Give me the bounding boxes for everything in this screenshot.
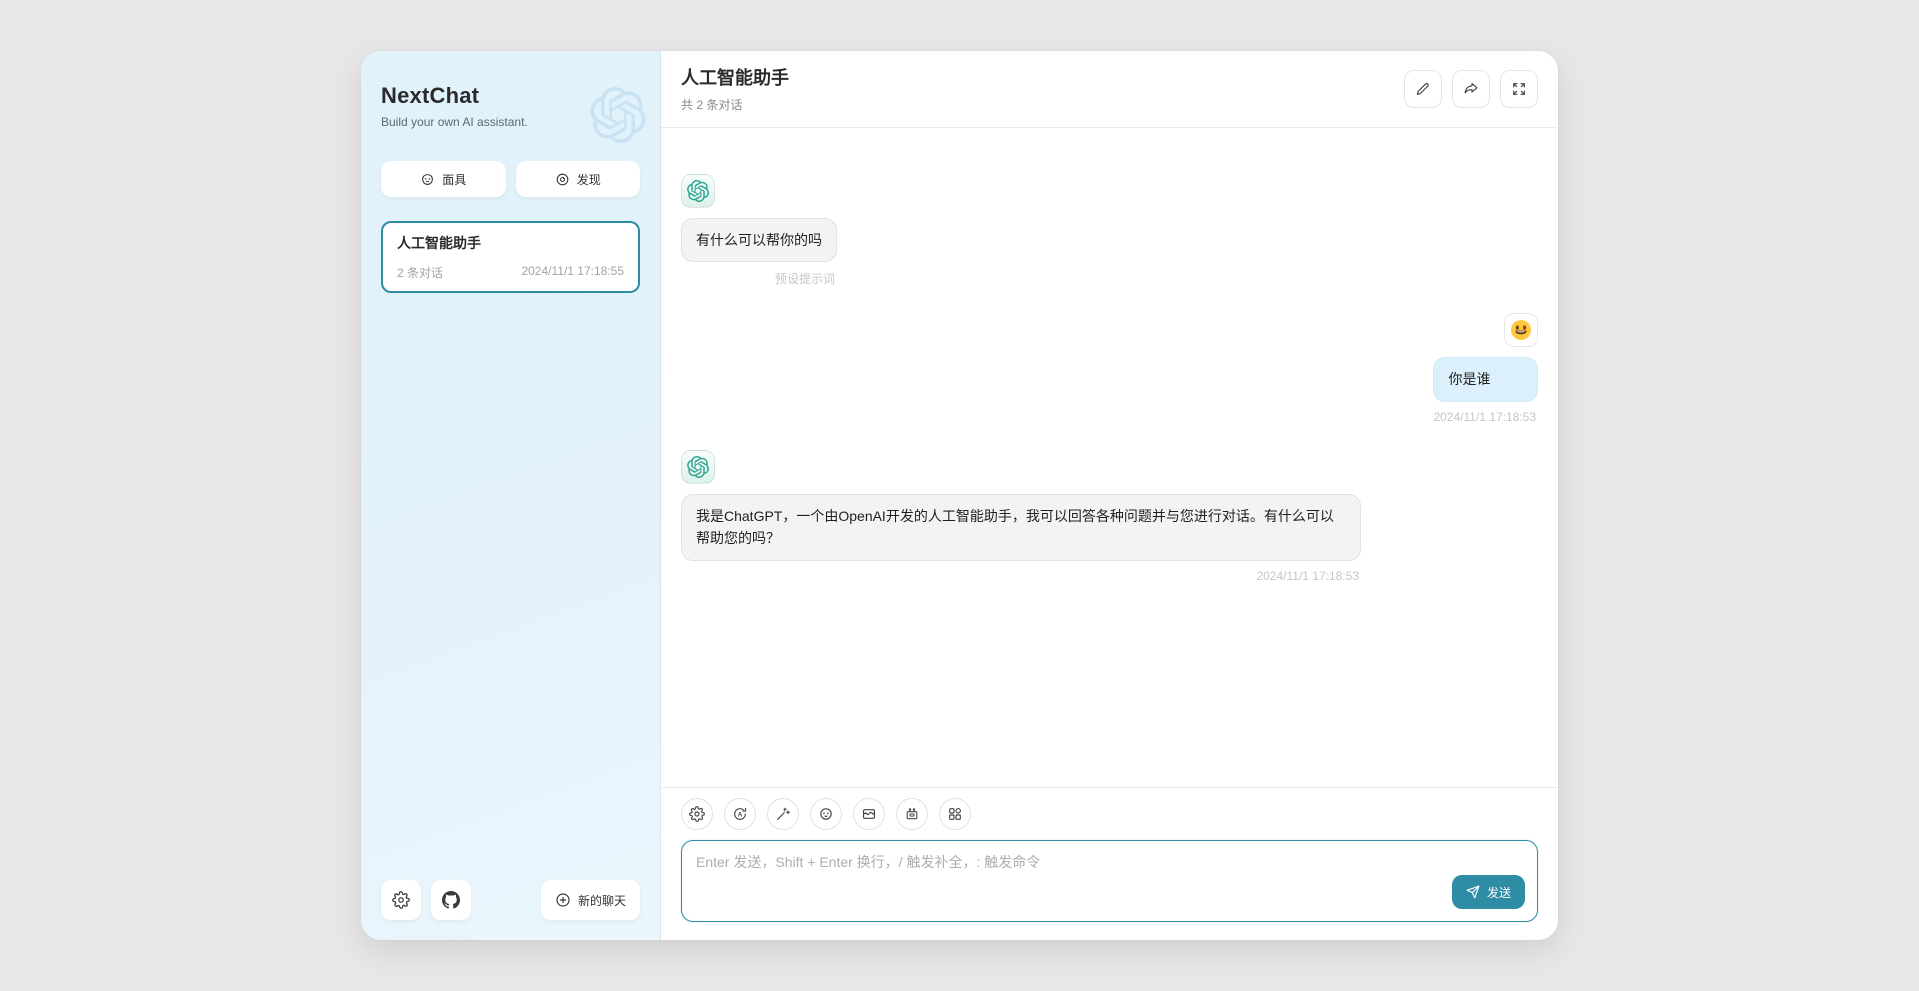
magic-wand-icon xyxy=(775,806,791,822)
clear-context-button[interactable] xyxy=(853,798,885,830)
mask-select-button[interactable] xyxy=(810,798,842,830)
github-icon xyxy=(442,891,460,909)
pencil-icon xyxy=(1415,81,1431,97)
message-bubble: 我是ChatGPT，一个由OpenAI开发的人工智能助手，我可以回答各种问题并与… xyxy=(681,494,1361,561)
composer-box: 发送 xyxy=(681,840,1538,922)
assistant-message: 有什么可以帮你的吗 预设提示词 xyxy=(681,174,1538,287)
message-timestamp: 2024/11/1 17:18:53 xyxy=(1433,410,1538,424)
discover-icon xyxy=(555,172,570,187)
clear-context-icon xyxy=(861,806,877,822)
mask-button[interactable]: 面具 xyxy=(381,161,506,197)
paper-plane-icon xyxy=(1466,885,1480,899)
message-bubble: 你是谁 xyxy=(1433,357,1538,401)
shortcut-button[interactable] xyxy=(939,798,971,830)
new-chat-button[interactable]: 新的聊天 xyxy=(541,880,640,920)
chat-header-actions xyxy=(1404,70,1538,108)
chat-list-item[interactable]: 人工智能助手 2 条对话 2024/11/1 17:18:55 xyxy=(381,221,640,293)
grid-icon xyxy=(947,806,963,822)
discover-button[interactable]: 发现 xyxy=(516,161,641,197)
discover-button-label: 发现 xyxy=(577,171,601,188)
send-button-label: 发送 xyxy=(1487,884,1511,901)
openai-watermark-icon xyxy=(590,87,646,143)
rename-button[interactable] xyxy=(1404,70,1442,108)
message-bubble: 有什么可以帮你的吗 xyxy=(681,218,837,262)
chat-subtitle: 共 2 条对话 xyxy=(681,96,789,113)
composer-toolbar: A xyxy=(681,798,1538,830)
message-timestamp: 2024/11/1 17:18:53 xyxy=(681,569,1361,583)
sidebar-footer: 新的聊天 xyxy=(381,880,640,920)
smiley-emoji-icon xyxy=(1509,318,1533,342)
assistant-avatar xyxy=(681,450,715,484)
mask-icon xyxy=(818,806,834,822)
new-chat-label: 新的聊天 xyxy=(578,892,626,909)
chat-item-count: 2 条对话 xyxy=(397,264,443,281)
chat-item-title: 人工智能助手 xyxy=(397,233,624,253)
composer: A xyxy=(661,787,1558,940)
robot-icon xyxy=(904,806,920,822)
sidebar: NextChat Build your own AI assistant. 面具 xyxy=(361,51,661,940)
chat-settings-button[interactable] xyxy=(681,798,713,830)
fullscreen-icon xyxy=(1511,81,1527,97)
chat-header: 人工智能助手 共 2 条对话 xyxy=(661,51,1558,128)
sidebar-nav: 面具 发现 xyxy=(381,161,640,197)
user-message: 你是谁 2024/11/1 17:18:53 xyxy=(681,313,1538,423)
svg-text:A: A xyxy=(738,811,743,818)
auto-theme-icon: A xyxy=(732,806,748,822)
assistant-avatar xyxy=(681,174,715,208)
preset-prompt-hint: 预设提示词 xyxy=(681,270,837,287)
mask-button-label: 面具 xyxy=(442,171,466,188)
model-select-button[interactable] xyxy=(896,798,928,830)
app-window: NextChat Build your own AI assistant. 面具 xyxy=(361,51,1558,940)
mask-icon xyxy=(420,172,435,187)
user-avatar xyxy=(1504,313,1538,347)
message-list[interactable]: 有什么可以帮你的吗 预设提示词 xyxy=(661,128,1558,787)
send-button[interactable]: 发送 xyxy=(1452,875,1525,909)
message-input[interactable] xyxy=(696,852,1427,896)
settings-icon xyxy=(392,891,410,909)
share-button[interactable] xyxy=(1452,70,1490,108)
settings-button[interactable] xyxy=(381,880,421,920)
assistant-message: 我是ChatGPT，一个由OpenAI开发的人工智能助手，我可以回答各种问题并与… xyxy=(681,450,1538,583)
chat-panel: 人工智能助手 共 2 条对话 xyxy=(661,51,1558,940)
theme-toggle-button[interactable]: A xyxy=(724,798,756,830)
github-button[interactable] xyxy=(431,880,471,920)
prompt-button[interactable] xyxy=(767,798,799,830)
openai-logo-icon xyxy=(687,456,709,478)
fullscreen-button[interactable] xyxy=(1500,70,1538,108)
gear-icon xyxy=(689,806,705,822)
plus-circle-icon xyxy=(555,892,571,908)
share-icon xyxy=(1463,81,1479,97)
chat-title: 人工智能助手 xyxy=(681,64,789,90)
openai-logo-icon xyxy=(687,180,709,202)
chat-item-time: 2024/11/1 17:18:55 xyxy=(521,264,624,281)
